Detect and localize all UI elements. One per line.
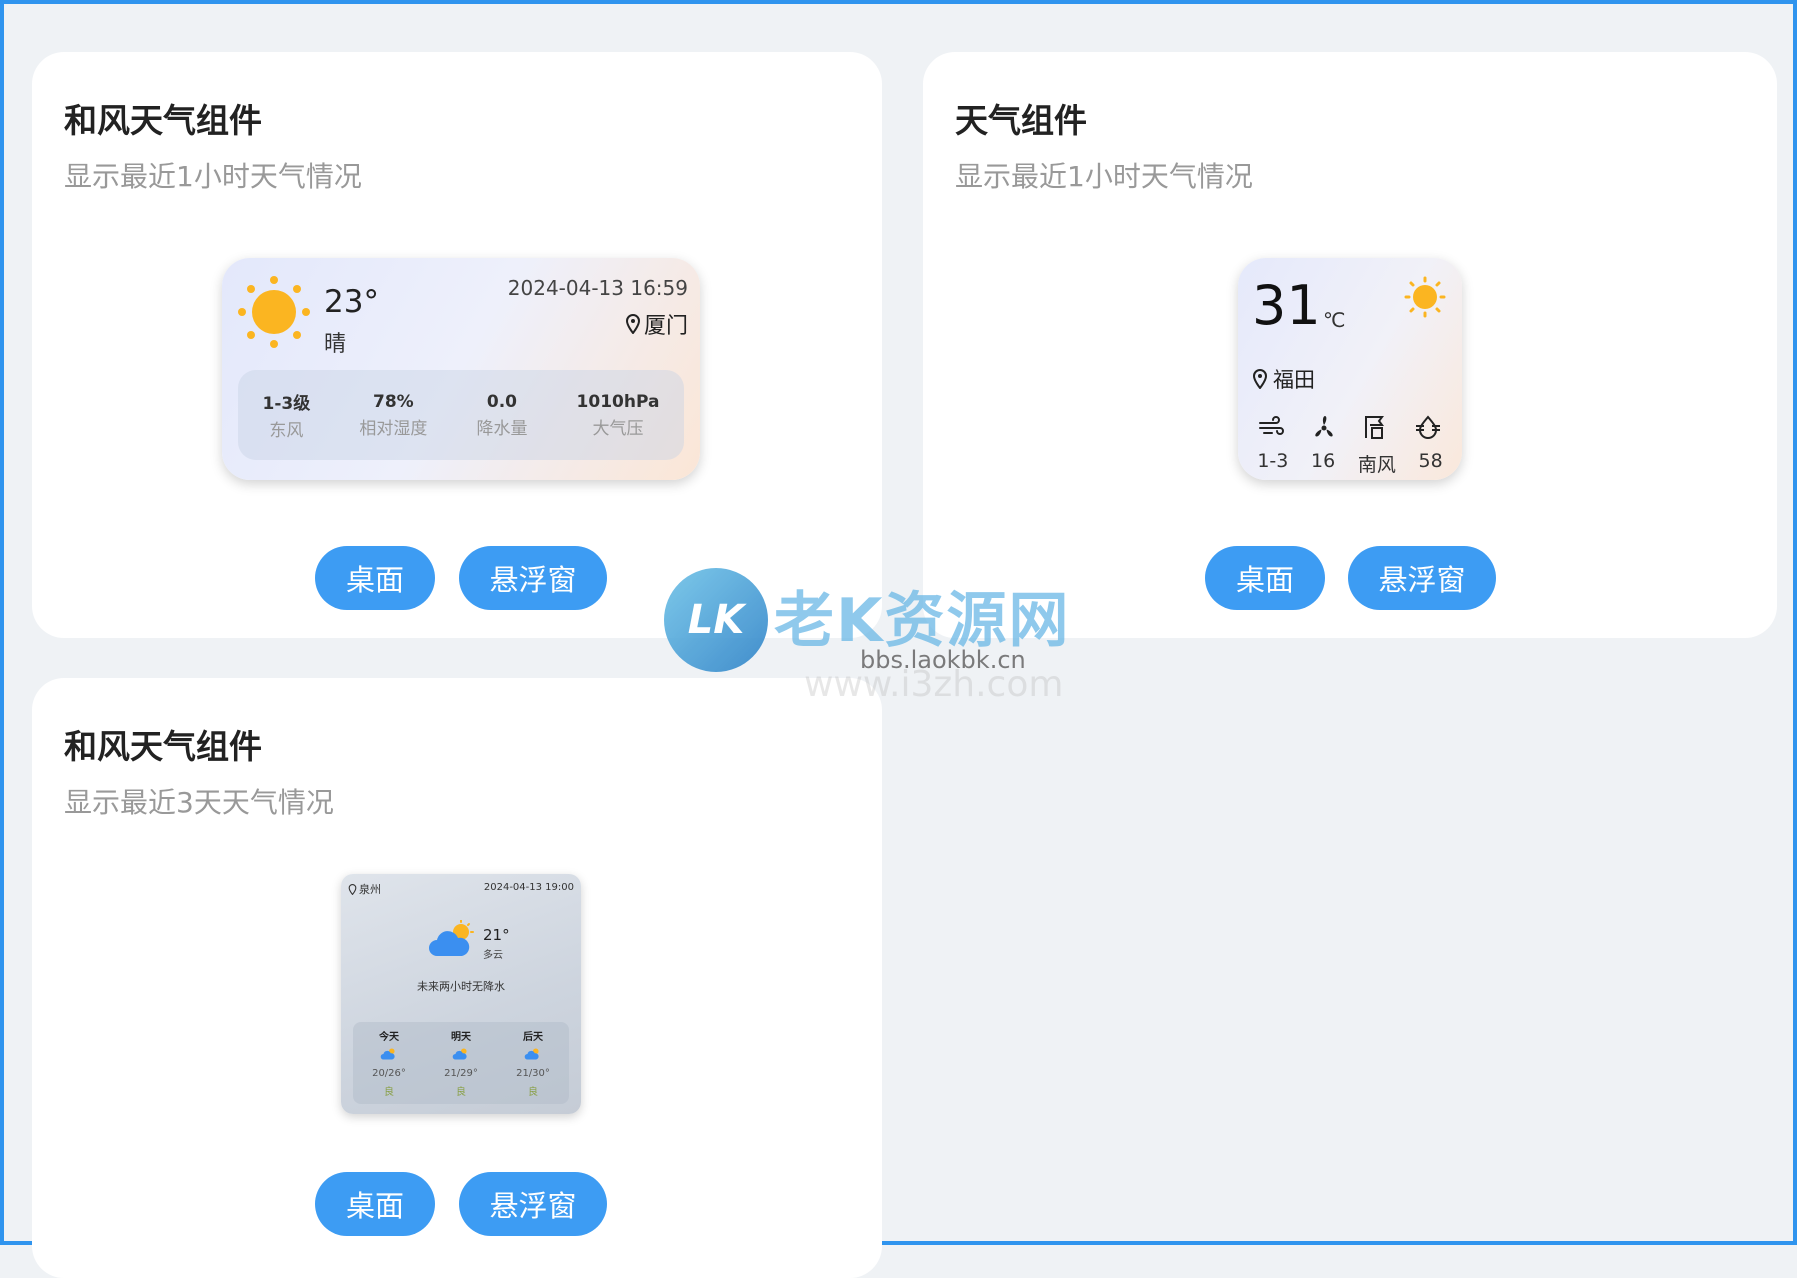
stat-precipitation: 0.0 降水量 — [476, 392, 527, 439]
stat-wind: 1-3级 东风 — [263, 389, 311, 441]
weather-widget-preview: 31 ℃ 福田 1-3 16 南风 58 — [1238, 258, 1462, 480]
forecast-day: 明天 21/29° 良 — [444, 1022, 478, 1104]
weather-stats-icons — [1246, 414, 1454, 440]
widget-card-hourly-hefeng: 和风天气组件 显示最近1小时天气情况 23° 晴 2024-04-13 16:5… — [32, 52, 882, 638]
stat-value: 78% — [373, 391, 414, 412]
stat-value: 0.0 — [486, 391, 518, 412]
card-subtitle: 显示最近3天天气情况 — [64, 786, 334, 819]
weather-condition: 多云 — [483, 950, 503, 961]
forecast-day-label: 明天 — [450, 1032, 471, 1043]
floating-window-button[interactable]: 悬浮窗 — [459, 546, 607, 610]
stat-humidity: 78% 相对湿度 — [359, 392, 427, 439]
forecast-temp-range: 21/30° — [516, 1068, 550, 1079]
location: 泉州 — [348, 881, 381, 897]
sun-icon — [238, 276, 310, 348]
stat-label: 降水量 — [476, 418, 528, 439]
weather-stats: 1-3级 东风 78% 相对湿度 0.0 降水量 1010hPa 大气压 — [238, 370, 684, 460]
card-title: 天气组件 — [955, 101, 1087, 140]
stat-pressure: 1010hPa 大气压 — [577, 392, 660, 439]
desktop-button[interactable]: 桌面 — [315, 546, 435, 610]
humidity-icon — [1416, 415, 1440, 439]
card-title: 和风天气组件 — [64, 101, 262, 140]
precipitation-note: 未来两小时无降水 — [417, 980, 505, 993]
location-name: 福田 — [1273, 368, 1315, 392]
widget-card-3day-hefeng: 和风天气组件 显示最近3天天气情况 泉州 2024-04-13 19:00 21… — [32, 678, 882, 1278]
forecast-aqi: 良 — [383, 1087, 394, 1098]
location-pin-icon — [348, 883, 357, 895]
current-temperature: 23° — [324, 284, 379, 320]
card-subtitle: 显示最近1小时天气情况 — [955, 160, 1253, 193]
floating-window-button[interactable]: 悬浮窗 — [459, 1172, 607, 1236]
location: 厦门 — [625, 308, 688, 340]
wind-direction-icon — [1365, 416, 1384, 439]
forecast-day-label: 今天 — [378, 1032, 399, 1043]
weather-stats-values: 1-3 16 南风 58 — [1246, 450, 1454, 477]
forecast-temp-range: 20/26° — [372, 1068, 406, 1079]
forecast-temp-range: 21/29° — [444, 1068, 478, 1079]
stat-wind-speed: 16 — [1311, 450, 1336, 472]
weather-widget-preview: 泉州 2024-04-13 19:00 21° 多云 未来两小时无降水 今天 2… — [341, 874, 581, 1114]
forecast-aqi: 良 — [455, 1087, 466, 1098]
stat-humidity: 58 — [1418, 450, 1443, 472]
stat-wind-level: 1-3 — [1257, 450, 1289, 472]
cloud-sun-icon — [380, 1048, 395, 1060]
fan-icon — [1315, 416, 1333, 437]
current-temperature: 31 — [1252, 274, 1321, 337]
forecast-aqi: 良 — [527, 1087, 538, 1098]
three-day-forecast: 今天 20/26° 良 明天 21/29° 良 后天 21/30° 良 — [353, 1022, 569, 1104]
cloud-sun-icon — [524, 1048, 539, 1060]
weather-condition: 晴 — [324, 332, 347, 357]
desktop-button[interactable]: 桌面 — [315, 1172, 435, 1236]
datetime: 2024-04-13 16:59 — [507, 276, 688, 300]
stat-wind-direction: 南风 — [1357, 454, 1396, 476]
stat-value: 1-3级 — [262, 394, 311, 414]
widget-card-hourly-simple: 天气组件 显示最近1小时天气情况 31 ℃ 福田 1-3 16 南风 58 桌面… — [923, 52, 1777, 638]
floating-window-button[interactable]: 悬浮窗 — [1348, 546, 1496, 610]
forecast-day: 今天 20/26° 良 — [372, 1022, 406, 1104]
datetime: 2024-04-13 19:00 — [483, 882, 574, 893]
cloud-sun-icon — [429, 920, 474, 956]
location-name: 厦门 — [643, 314, 688, 339]
card-title: 和风天气组件 — [64, 727, 262, 766]
weather-widget-preview: 23° 晴 2024-04-13 16:59 厦门 1-3级 东风 78% 相对… — [222, 258, 700, 480]
cloud-sun-icon — [452, 1048, 467, 1060]
card-subtitle: 显示最近1小时天气情况 — [64, 160, 362, 193]
stat-label: 东风 — [269, 421, 304, 441]
location-pin-icon — [1252, 369, 1268, 389]
forecast-day-label: 后天 — [522, 1032, 543, 1043]
watermark-url: bbs.laokbk.cn — [860, 646, 1026, 674]
stat-label: 大气压 — [592, 418, 644, 439]
sun-icon — [1404, 276, 1446, 318]
forecast-day: 后天 21/30° 良 — [516, 1022, 550, 1104]
location-pin-icon — [625, 314, 640, 334]
current-temperature: 21° — [483, 926, 510, 944]
stat-value: 1010hPa — [576, 391, 660, 412]
wind-icon — [1259, 416, 1284, 435]
location: 福田 — [1252, 364, 1315, 394]
temperature-unit: ℃ — [1323, 308, 1346, 332]
stat-label: 相对湿度 — [359, 418, 428, 439]
location-name: 泉州 — [359, 883, 381, 896]
desktop-button[interactable]: 桌面 — [1205, 546, 1325, 610]
